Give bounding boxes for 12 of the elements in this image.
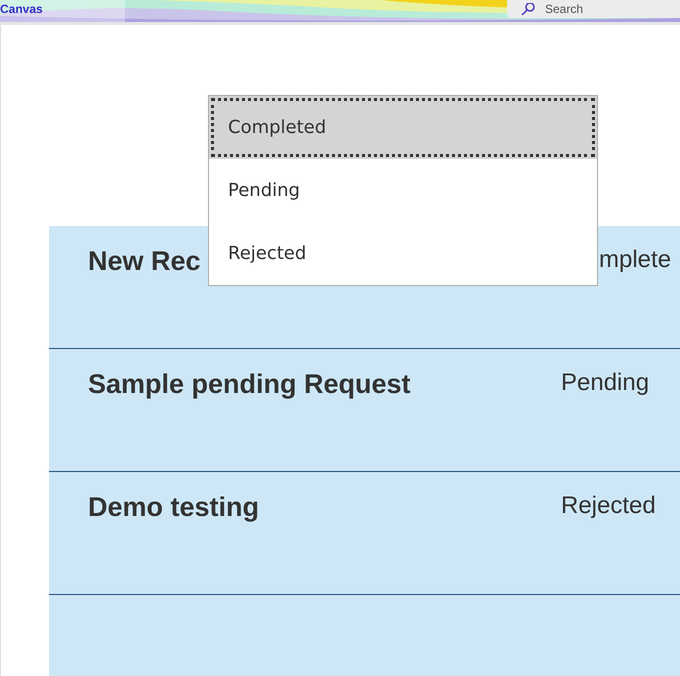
request-status: Rejected xyxy=(561,492,656,520)
search-field[interactable]: Search xyxy=(507,0,680,18)
dropdown-option[interactable]: Rejected xyxy=(209,222,597,285)
dropdown-option[interactable]: Pending xyxy=(209,159,597,222)
request-status: mplete xyxy=(598,246,672,274)
app-name: Canvas xyxy=(0,2,43,16)
request-status: Pending xyxy=(561,369,650,397)
request-title: Demo testing xyxy=(88,492,260,522)
dropdown-option[interactable]: Completed xyxy=(209,96,597,159)
request-title: New Rec xyxy=(88,246,201,276)
search-icon xyxy=(521,3,535,15)
request-title: Sample pending Request xyxy=(88,369,411,399)
